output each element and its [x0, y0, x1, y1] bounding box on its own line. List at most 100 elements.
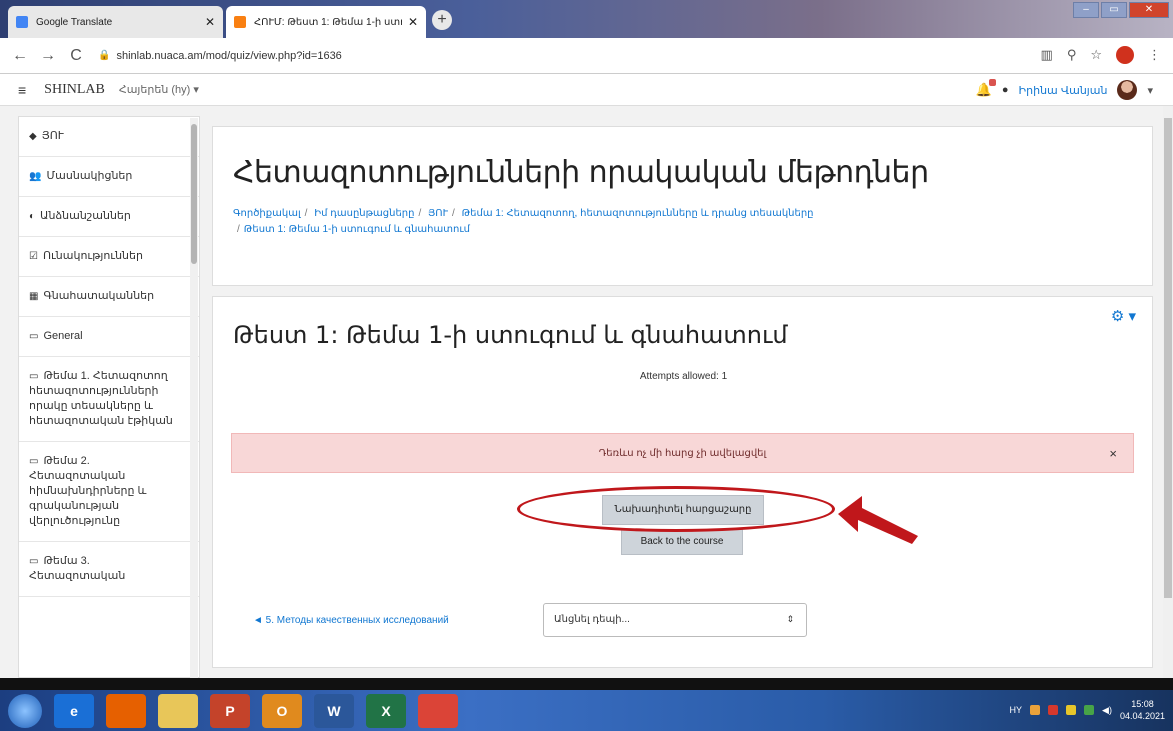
- page-scrollbar[interactable]: [1163, 106, 1173, 678]
- minimize-button[interactable]: –: [1073, 2, 1099, 18]
- tab-quiz[interactable]: ՀՈՒՄ: Թեստ 1: Թեմա 1-ի ստուգում ✕: [226, 6, 426, 38]
- gear-icon[interactable]: ⚙ ▾: [1111, 307, 1136, 325]
- notification-bell-icon[interactable]: 🔔: [976, 79, 996, 98]
- url-text: shinlab.nuaca.am/mod/quiz/view.php?id=16…: [116, 49, 342, 62]
- browser-actions: ▥ ⚲ ☆ ⋮: [1041, 46, 1161, 64]
- messages-icon[interactable]: ●: [1002, 84, 1009, 96]
- system-tray: HY ◀) 15:08 04.04.2021: [1010, 698, 1165, 722]
- horizontal-scrollbar[interactable]: [0, 678, 1173, 690]
- breadcrumb-item[interactable]: Իմ դասընթացները: [314, 208, 414, 219]
- sidebar-item-topic-1[interactable]: ▭ Թեմա 1. Հետազոտող հետազոտությունների որ…: [19, 357, 199, 442]
- tray-app-icon[interactable]: [1048, 705, 1059, 715]
- input-language[interactable]: HY: [1010, 705, 1023, 715]
- url-field[interactable]: 🔒 shinlab.nuaca.am/mod/quiz/view.php?id=…: [98, 50, 342, 62]
- powerpoint-taskbar-icon[interactable]: P: [210, 693, 250, 728]
- translate-icon[interactable]: ▥: [1041, 47, 1053, 63]
- folder-icon: ▭: [29, 371, 39, 382]
- breadcrumb-item[interactable]: ՅՈՒ: [428, 208, 448, 219]
- sidebar-item-label: Ունակություններ: [42, 250, 143, 262]
- no-questions-alert: Դեռևս ոչ մի հարց չի ավելացվել ×: [231, 433, 1134, 473]
- excel-taskbar-icon[interactable]: X: [366, 693, 406, 728]
- zoom-icon[interactable]: ⚲: [1067, 47, 1077, 63]
- extension-icon[interactable]: [1116, 46, 1134, 64]
- sidebar-item-grades[interactable]: ▦ Գնահատականներ: [19, 277, 199, 317]
- ie-taskbar-icon[interactable]: e: [54, 693, 94, 728]
- start-button[interactable]: [8, 693, 42, 728]
- badge-icon: ◐: [29, 211, 36, 222]
- tab-title: ՀՈՒՄ: Թեստ 1: Թեմա 1-ի ստուգում: [254, 16, 402, 28]
- back-icon[interactable]: ←: [12, 47, 28, 65]
- more-menu-icon[interactable]: ⋮: [1148, 47, 1161, 63]
- sidebar-item-label: Անձնանշաններ: [40, 210, 131, 222]
- lock-icon: 🔒: [98, 50, 111, 61]
- sidebar-item-label: Մասնակիցներ: [46, 170, 133, 182]
- window-controls: – ▭ ✕: [1073, 2, 1169, 18]
- jump-to-select[interactable]: Անցնել դեպի... ⇕: [543, 603, 807, 637]
- firefox-taskbar-icon[interactable]: [106, 693, 146, 728]
- language-menu[interactable]: Հայերեն (hy) ▾: [119, 83, 199, 96]
- breadcrumb-item[interactable]: Թեմա 1: Հետազոտող, հետազոտությունները և …: [462, 208, 814, 219]
- pointer-arrow-icon: [838, 496, 918, 544]
- tray-app-icon[interactable]: [1030, 705, 1041, 715]
- close-window-button[interactable]: ✕: [1129, 2, 1169, 18]
- close-icon[interactable]: ×: [1109, 446, 1117, 461]
- tray-app-icon[interactable]: [1066, 705, 1077, 715]
- breadcrumb-item[interactable]: Գործիքակալ: [233, 208, 301, 219]
- explorer-taskbar-icon[interactable]: [158, 693, 198, 728]
- tray-app-icon[interactable]: [1084, 705, 1095, 715]
- page-scrollbar-thumb[interactable]: [1164, 118, 1172, 598]
- highlight-ellipse: [517, 486, 835, 532]
- breadcrumb-item[interactable]: Թեստ 1: Թեմա 1-ի ստուգում և գնահատում: [244, 224, 470, 235]
- sidebar-item-course[interactable]: ◆ ՅՈՒ: [19, 117, 199, 157]
- jump-to-placeholder: Անցնել դեպի...: [554, 614, 630, 625]
- avatar[interactable]: [1117, 80, 1138, 100]
- page-header: Հետազոտությունների որակական մեթոդներ Գոր…: [212, 126, 1153, 286]
- bookmark-star-icon[interactable]: ☆: [1090, 47, 1102, 63]
- clock-date: 04.04.2021: [1119, 711, 1165, 721]
- breadcrumb-separator: /: [304, 208, 308, 219]
- sidebar-item-label: Գնահատականներ: [43, 290, 155, 302]
- volume-icon[interactable]: ◀): [1102, 705, 1112, 716]
- sidebar-item-label: Թեմա 2. Հետազոտական հիմնախնդիրները և գրա…: [29, 455, 147, 527]
- previous-activity-link[interactable]: ◄ 5. Методы качественных исследований: [253, 615, 449, 626]
- course-sidebar: ◆ ՅՈՒ 👥 Մասնակիցներ ◐ Անձնանշաններ ☑ Ունակու…: [18, 116, 200, 678]
- sidebar-item-label: Թեմա 3. Հետազոտական: [29, 555, 126, 582]
- word-taskbar-icon[interactable]: W: [314, 693, 354, 728]
- sidebar-scrollbar[interactable]: [190, 118, 198, 678]
- chrome-taskbar-icon[interactable]: [418, 693, 458, 728]
- select-arrows-icon: ⇕: [786, 614, 794, 624]
- attempts-allowed: Attempts allowed: 1: [639, 371, 728, 382]
- sidebar-item-badges[interactable]: ◐ Անձնանշաններ: [19, 197, 199, 237]
- google-translate-icon: [16, 16, 28, 28]
- maximize-button[interactable]: ▭: [1101, 2, 1127, 18]
- new-tab-button[interactable]: +: [432, 10, 452, 30]
- breadcrumb-separator: /: [452, 208, 455, 219]
- menu-toggle-icon[interactable]: ≡: [18, 82, 26, 98]
- site-navbar: ≡ SHINLAB Հայերեն (hy) ▾ 🔔 ● Իրինա Վանյա…: [0, 74, 1173, 106]
- close-tab-icon[interactable]: ✕: [408, 15, 418, 29]
- user-name[interactable]: Իրինա Վանյան: [1019, 84, 1108, 97]
- sidebar-item-topic-2[interactable]: ▭ Թեմա 2. Հետազոտական հիմնախնդիրները և գր…: [19, 442, 199, 542]
- sidebar-item-general[interactable]: ▭ General: [19, 317, 199, 357]
- sidebar-item-competencies[interactable]: ☑ Ունակություններ: [19, 237, 199, 277]
- forward-icon[interactable]: →: [40, 47, 56, 65]
- alert-text: Դեռևս ոչ մի հարց չի ավելացվել: [598, 447, 767, 459]
- tab-google-translate[interactable]: Google Translate ✕: [8, 6, 223, 38]
- table-icon: ▦: [29, 291, 39, 302]
- user-menu-caret-icon[interactable]: ▾: [1147, 84, 1153, 97]
- notification-badge: [988, 79, 996, 86]
- users-icon: 👥: [29, 171, 42, 182]
- reload-icon[interactable]: C: [68, 47, 84, 65]
- user-menu[interactable]: 🔔 ● Իրինա Վանյան ▾: [976, 79, 1153, 100]
- sidebar-item-label: Թեմա 1. Հետազոտող հետազոտությունների որա…: [29, 370, 173, 427]
- sidebar-scrollbar-thumb[interactable]: [191, 124, 197, 264]
- sidebar-item-participants[interactable]: 👥 Մասնակիցներ: [19, 157, 199, 197]
- close-tab-icon[interactable]: ✕: [205, 15, 215, 29]
- folder-icon: ▭: [29, 456, 39, 467]
- outlook-taskbar-icon[interactable]: O: [262, 693, 302, 728]
- windows-taskbar: e P O W X HY ◀) 15:08 04.04.2021: [0, 690, 1173, 731]
- sidebar-item-topic-3[interactable]: ▭ Թեմա 3. Հետազոտական: [19, 542, 199, 597]
- site-brand[interactable]: SHINLAB: [44, 82, 105, 98]
- system-clock[interactable]: 15:08 04.04.2021: [1120, 698, 1165, 722]
- back-to-course-button[interactable]: Back to the course: [621, 529, 743, 555]
